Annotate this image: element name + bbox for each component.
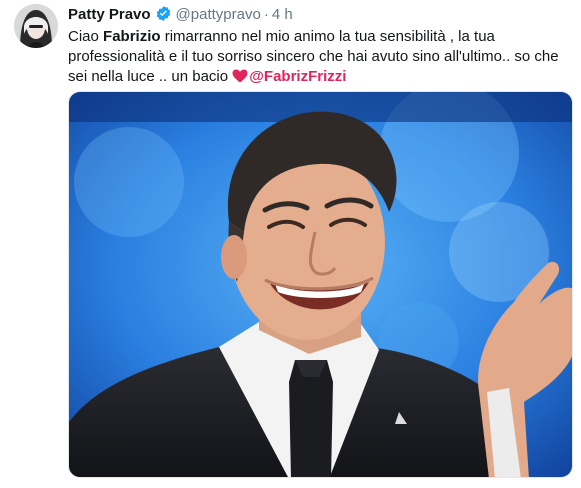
tweet-timestamp[interactable]: 4 h [272, 6, 293, 23]
photo-smiling-man [69, 92, 572, 477]
mention-link[interactable]: @FabrizFrizzi [249, 68, 346, 85]
tweet[interactable]: Patty Pravo @pattypravo · 4 h Ciao Fabrizio… [0, 0, 581, 488]
red-heart-emoji-icon [232, 69, 248, 83]
tweet-text-part1: Ciao [68, 28, 104, 45]
tweet-text-bold-name: Fabrizio [103, 28, 161, 45]
header-separator: · [263, 6, 269, 23]
author-name[interactable]: Patty Pravo [68, 6, 151, 23]
tweet-photo[interactable] [68, 91, 573, 478]
verified-badge-icon [156, 6, 170, 21]
avatar-image [14, 4, 58, 48]
tweet-text: Ciao Fabrizio rimarranno nel mio animo l… [68, 27, 573, 87]
tweet-header: Patty Pravo @pattypravo · 4 h [68, 5, 293, 25]
author-handle[interactable]: @pattypravo [176, 6, 261, 23]
avatar[interactable] [14, 4, 58, 48]
